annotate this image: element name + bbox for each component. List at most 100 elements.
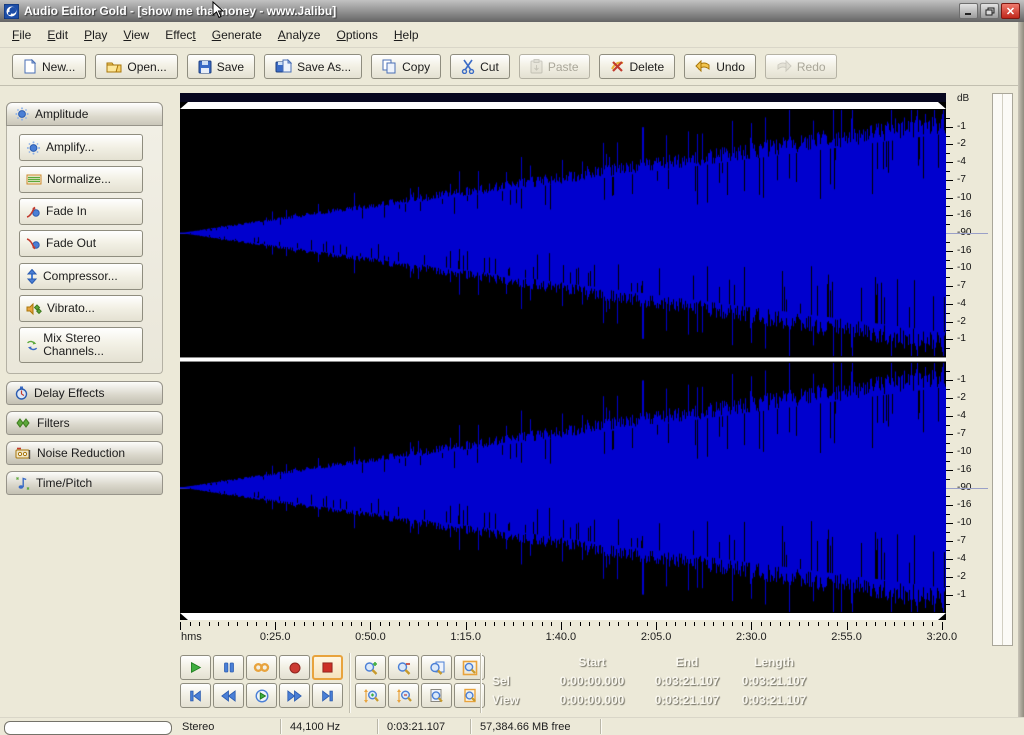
amplify-button[interactable]: Amplify... xyxy=(19,134,143,161)
sidebar-group-time-pitch[interactable]: Time/Pitch xyxy=(6,471,163,495)
menu-file[interactable]: File xyxy=(4,25,39,45)
zoom-out-button[interactable] xyxy=(388,655,419,680)
vertical-scrollbar[interactable] xyxy=(992,93,1013,646)
play-selection-button[interactable] xyxy=(246,683,277,708)
menu-effect[interactable]: Effect xyxy=(157,25,203,45)
menu-analyze[interactable]: Analyze xyxy=(270,25,329,45)
time-pitch-icon xyxy=(15,476,30,490)
cut-label: Cut xyxy=(480,60,499,74)
delete-icon xyxy=(610,60,625,73)
zoom-in-icon xyxy=(363,660,379,676)
db-label: -16 xyxy=(957,246,971,256)
save-as-button[interactable]: Save As... xyxy=(264,54,362,79)
undo-button[interactable]: Undo xyxy=(684,54,756,79)
amplitude-icon xyxy=(15,107,29,121)
mix-stereo-channels-button[interactable]: Mix Stereo Channels... xyxy=(19,327,143,363)
db-label: -2 xyxy=(957,139,966,149)
fast-forward-icon xyxy=(287,690,302,702)
open-icon xyxy=(106,60,122,73)
go-end-button[interactable] xyxy=(312,683,343,708)
view-start-value: 0:00:00.000 xyxy=(540,693,644,707)
selection-end-marker-bottom[interactable] xyxy=(938,613,946,620)
menu-generate[interactable]: Generate xyxy=(204,25,270,45)
db-label: -1 xyxy=(957,590,966,600)
selection-start-marker-top[interactable] xyxy=(180,102,188,109)
zoom-in-button[interactable] xyxy=(355,655,386,680)
sidebar-group-noise-reduction[interactable]: Noise Reduction xyxy=(6,441,163,465)
undo-label: Undo xyxy=(716,60,745,74)
selection-strip-bottom[interactable] xyxy=(180,613,946,620)
selection-strip-top[interactable] xyxy=(180,102,946,109)
delete-button[interactable]: Delete xyxy=(599,54,676,79)
overview-position-bar[interactable] xyxy=(180,93,946,102)
db-label: -10 xyxy=(957,193,971,203)
status-channel-mode: Stereo xyxy=(182,721,214,733)
zoom-selection-button[interactable] xyxy=(421,655,452,680)
copy-button[interactable]: Copy xyxy=(371,54,441,79)
menu-help[interactable]: Help xyxy=(386,25,427,45)
title-bar[interactable]: Audio Editor Gold - [show me tha money -… xyxy=(0,0,1024,22)
menu-play[interactable]: Play xyxy=(76,25,115,45)
zoom-window-icon xyxy=(462,688,478,704)
progress-indicator xyxy=(4,721,172,735)
sidebar-group-filters[interactable]: Filters xyxy=(6,411,163,435)
redo-button[interactable]: Redo xyxy=(765,54,837,79)
fade-out-button[interactable]: Fade Out xyxy=(19,230,143,257)
selection-end-marker-top[interactable] xyxy=(938,102,946,109)
delete-label: Delete xyxy=(630,60,665,74)
save-as-icon xyxy=(275,59,292,74)
cut-button[interactable]: Cut xyxy=(450,54,510,79)
menu-view[interactable]: View xyxy=(115,25,157,45)
zoom-selection-window-button[interactable] xyxy=(421,683,452,708)
menu-options[interactable]: Options xyxy=(328,25,385,45)
cut-icon xyxy=(461,59,475,74)
pause-icon xyxy=(223,661,235,674)
pause-button[interactable] xyxy=(213,655,244,680)
compressor-button[interactable]: Compressor... xyxy=(19,263,143,290)
menu-edit[interactable]: Edit xyxy=(39,25,76,45)
paste-button[interactable]: Paste xyxy=(519,54,590,79)
time-ruler[interactable]: hms 0:25.00:50.01:15.01:40.02:05.02:30.0… xyxy=(180,622,980,648)
minimize-button[interactable] xyxy=(959,3,978,19)
info-header-length: Length xyxy=(730,655,818,669)
selection-start-marker-bottom[interactable] xyxy=(180,613,188,620)
close-button[interactable]: ✕ xyxy=(1001,3,1020,19)
go-start-button[interactable] xyxy=(180,683,211,708)
new-label: New... xyxy=(42,60,75,74)
stop-button[interactable] xyxy=(312,655,343,680)
zoom-selection-window-icon xyxy=(429,688,445,704)
play-button[interactable] xyxy=(180,655,211,680)
redo-icon xyxy=(776,60,792,73)
go-end-icon xyxy=(321,690,334,702)
ruler-time-label: 1:40.0 xyxy=(546,631,577,643)
open-button[interactable]: Open... xyxy=(95,54,177,79)
loop-button[interactable] xyxy=(246,655,277,680)
ruler-time-label: 2:55.0 xyxy=(831,631,862,643)
fade-in-button[interactable]: Fade In xyxy=(19,198,143,225)
status-position: 0:03:21.107 xyxy=(387,721,445,733)
fade-out-icon xyxy=(26,237,41,251)
status-free-space: 57,384.66 MB free xyxy=(480,721,571,733)
new-button[interactable]: New... xyxy=(12,54,86,79)
db-scale-right-channel: -1-2-4-7-10-16-90-16-10-7-4-2-1 xyxy=(946,362,991,613)
waveform-left-channel[interactable] xyxy=(180,109,946,357)
db-scale-left-channel: -1-2-4-7-10-16-90-16-10-7-4-2-1 xyxy=(946,109,991,357)
waveform-right-channel[interactable] xyxy=(180,362,946,613)
db-label: -10 xyxy=(957,447,971,457)
maximize-button[interactable] xyxy=(980,3,999,19)
fast-forward-button[interactable] xyxy=(279,683,310,708)
db-label: -2 xyxy=(957,572,966,582)
sidebar-group-amplitude[interactable]: Amplitude xyxy=(6,102,163,126)
vertical-zoom-in-button[interactable] xyxy=(355,683,386,708)
rewind-icon xyxy=(221,690,236,702)
save-button[interactable]: Save xyxy=(187,54,255,79)
rewind-button[interactable] xyxy=(213,683,244,708)
normalize-button[interactable]: Normalize... xyxy=(19,166,143,193)
vertical-zoom-out-button[interactable] xyxy=(388,683,419,708)
compressor-label: Compressor... xyxy=(43,270,118,283)
db-label: -7 xyxy=(957,175,966,185)
vibrato-button[interactable]: Vibrato... xyxy=(19,295,143,322)
sidebar-group-delay-effects[interactable]: Delay Effects xyxy=(6,381,163,405)
zoom-full-icon xyxy=(462,660,478,676)
record-button[interactable] xyxy=(279,655,310,680)
